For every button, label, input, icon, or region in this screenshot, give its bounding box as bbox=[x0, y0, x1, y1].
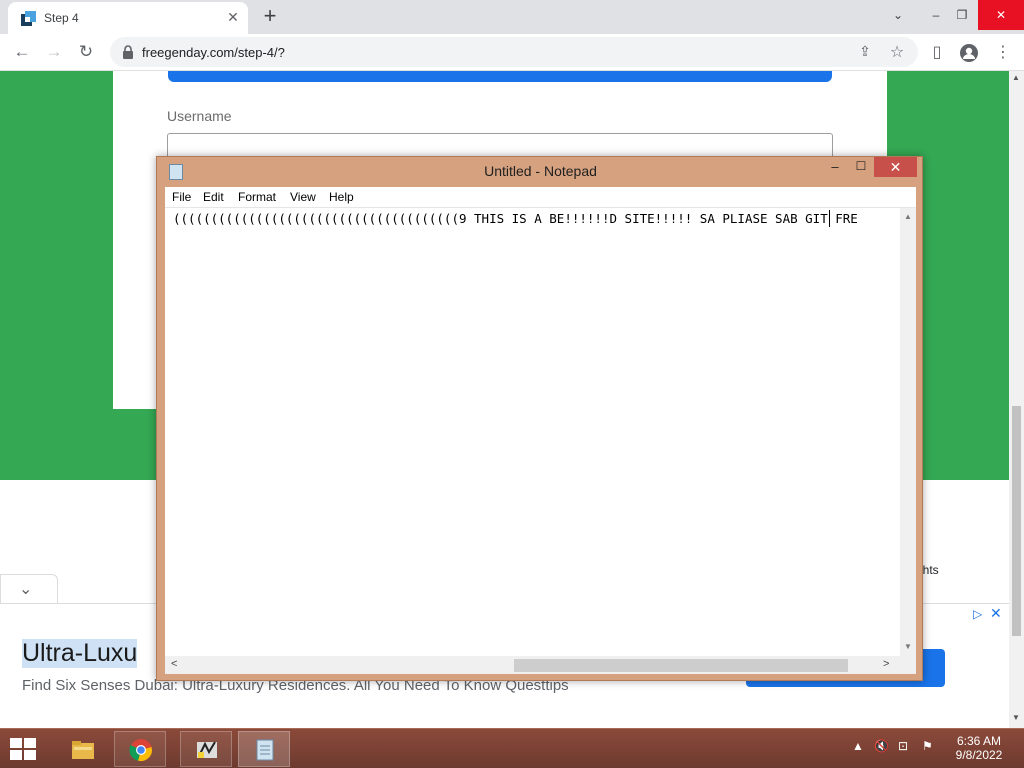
windows-logo-icon bbox=[10, 738, 22, 748]
forward-arrow-icon[interactable]: → bbox=[42, 40, 66, 64]
browser-toolbar: ← → ↻ freegenday.com/step-4/? ⇪ ☆ ▯ ⋮ bbox=[0, 34, 1024, 71]
action-center-icon[interactable]: ⚑ bbox=[922, 739, 933, 753]
primary-button-edge[interactable] bbox=[168, 71, 832, 82]
volume-muted-icon[interactable]: 🔇 bbox=[874, 739, 889, 753]
clock-time: 6:36 AM bbox=[956, 734, 1002, 748]
taskbar-chrome[interactable] bbox=[114, 731, 166, 767]
scroll-up-icon[interactable]: ▲ bbox=[1012, 73, 1020, 82]
scroll-up-icon[interactable]: ▲ bbox=[904, 212, 912, 221]
clock-date: 9/8/2022 bbox=[955, 748, 1003, 762]
notepad-text[interactable]: ((((((((((((((((((((((((((((((((((((((9 … bbox=[173, 211, 858, 226]
tab-title: Step 4 bbox=[44, 11, 79, 25]
taskbar: ▲ 🔇 ⊡ ⚑ 6:36 AM 9/8/2022 bbox=[0, 728, 1024, 768]
back-arrow-icon[interactable]: ← bbox=[10, 40, 34, 64]
notepad-horizontal-scrollbar[interactable]: < > bbox=[165, 656, 900, 674]
horizontal-scroll-thumb[interactable] bbox=[514, 659, 848, 672]
profile-avatar-icon[interactable] bbox=[958, 42, 980, 64]
site-favicon-icon bbox=[21, 11, 36, 26]
text-caret bbox=[829, 210, 830, 227]
network-icon[interactable]: ⊡ bbox=[898, 739, 908, 753]
folder-icon bbox=[72, 741, 94, 759]
tab-search-chevron-icon[interactable]: ⌄ bbox=[880, 0, 916, 30]
scroll-right-icon[interactable]: > bbox=[883, 658, 889, 670]
app-icon bbox=[197, 741, 217, 758]
chevron-down-icon: ⌄ bbox=[19, 581, 33, 598]
taskbar-notepad[interactable] bbox=[238, 731, 290, 767]
reload-icon[interactable]: ↻ bbox=[74, 40, 98, 64]
menu-view[interactable]: View bbox=[290, 190, 316, 204]
notepad-minimize-button[interactable]: – bbox=[823, 159, 847, 179]
address-bar[interactable]: freegenday.com/step-4/? ⇪ ☆ bbox=[110, 37, 918, 67]
ad-collapse-toggle[interactable]: ⌄ bbox=[0, 574, 58, 604]
scroll-left-icon[interactable]: < bbox=[171, 658, 177, 670]
notepad-maximize-button[interactable]: ☐ bbox=[849, 159, 873, 179]
scroll-down-icon[interactable]: ▼ bbox=[1012, 713, 1020, 722]
page-scrollbar-thumb[interactable] bbox=[1012, 406, 1021, 636]
side-panel-icon[interactable]: ▯ bbox=[926, 42, 948, 64]
screen: Step 4 ✕ + ⌄ – ❐ ✕ ← → ↻ freegenday.com/… bbox=[0, 0, 1024, 768]
taskbar-app[interactable] bbox=[180, 731, 232, 767]
notepad-title: Untitled - Notepad bbox=[484, 163, 597, 179]
start-button[interactable] bbox=[10, 738, 38, 762]
lock-icon bbox=[123, 45, 133, 59]
adchoices-icon[interactable]: ▷ bbox=[973, 607, 982, 621]
tab-close-icon[interactable]: ✕ bbox=[224, 8, 242, 26]
ad-title[interactable]: Ultra-Luxu bbox=[22, 639, 138, 668]
menu-file[interactable]: File bbox=[172, 190, 191, 204]
username-label: Username bbox=[167, 108, 232, 124]
new-tab-button[interactable]: + bbox=[258, 4, 282, 28]
browser-tab-bar: Step 4 ✕ + ⌄ – ❐ ✕ bbox=[0, 0, 1024, 34]
share-icon[interactable]: ⇪ bbox=[856, 43, 874, 61]
resize-grip-icon[interactable] bbox=[900, 656, 916, 674]
browser-tab[interactable]: Step 4 ✕ bbox=[8, 2, 248, 34]
menu-edit[interactable]: Edit bbox=[203, 190, 224, 204]
taskbar-clock[interactable]: 6:36 AM 9/8/2022 bbox=[944, 734, 1014, 762]
tray-expand-icon[interactable]: ▲ bbox=[852, 739, 864, 753]
page-scrollbar[interactable]: ▲ ▼ bbox=[1009, 71, 1024, 730]
notepad-window[interactable]: Untitled - Notepad – ☐ ✕ File Edit Forma… bbox=[156, 156, 923, 681]
bookmark-star-icon[interactable]: ☆ bbox=[888, 42, 906, 61]
notepad-text-area[interactable]: ((((((((((((((((((((((((((((((((((((((9 … bbox=[165, 208, 916, 674]
menu-format[interactable]: Format bbox=[238, 190, 276, 204]
menu-help[interactable]: Help bbox=[329, 190, 354, 204]
window-restore-button[interactable]: ❐ bbox=[944, 0, 980, 30]
chrome-icon bbox=[129, 739, 152, 761]
url-text[interactable]: freegenday.com/step-4/? bbox=[142, 45, 285, 60]
window-close-button[interactable]: ✕ bbox=[978, 0, 1024, 30]
notepad-taskbar-icon bbox=[256, 739, 274, 761]
notepad-close-button[interactable]: ✕ bbox=[874, 157, 917, 177]
notepad-menu-bar: File Edit Format View Help bbox=[165, 187, 916, 208]
notepad-vertical-scrollbar[interactable]: ▲ ▼ bbox=[900, 208, 916, 656]
ad-close-icon[interactable]: ✕ bbox=[990, 605, 1002, 622]
browser-menu-icon[interactable]: ⋮ bbox=[992, 42, 1014, 64]
scroll-down-icon[interactable]: ▼ bbox=[904, 642, 912, 651]
taskbar-explorer[interactable] bbox=[56, 731, 108, 767]
